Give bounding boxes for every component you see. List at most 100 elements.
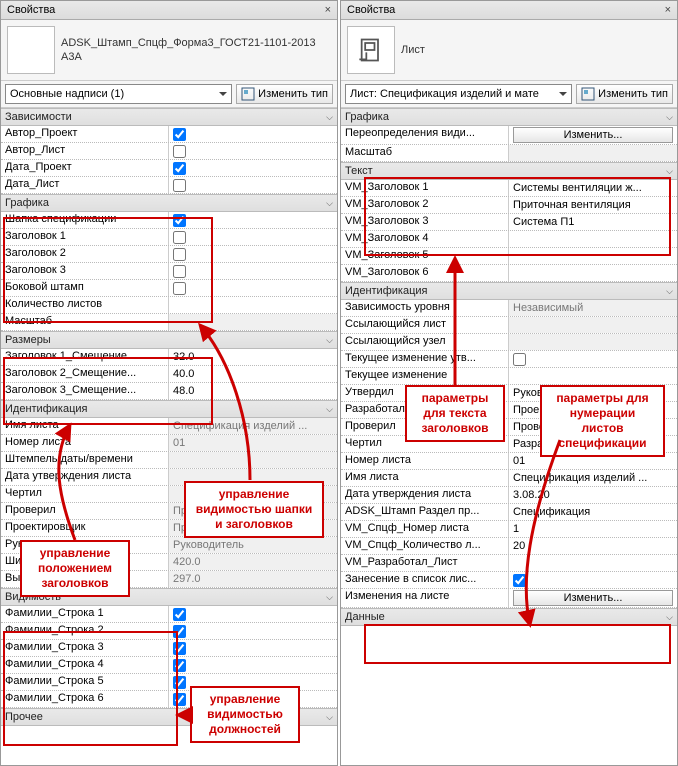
param-value[interactable]: Проверил	[509, 419, 677, 435]
checkbox[interactable]	[173, 625, 186, 638]
section-data[interactable]: Данные⌵	[341, 608, 677, 626]
checkbox[interactable]	[173, 145, 186, 158]
checkbox[interactable]	[173, 608, 186, 621]
param-value[interactable]	[169, 606, 337, 622]
edit-type-button[interactable]: Изменить тип	[576, 84, 673, 104]
checkbox[interactable]	[173, 676, 186, 689]
param-value	[169, 314, 337, 330]
checkbox[interactable]	[173, 693, 186, 706]
section-other[interactable]: Прочее⌵	[1, 708, 337, 726]
param-value[interactable]: 40.0	[169, 366, 337, 382]
section-graphics[interactable]: Графика⌵	[1, 194, 337, 212]
section-ident[interactable]: Идентификация⌵	[341, 282, 677, 300]
param-value[interactable]	[169, 691, 337, 707]
param-value[interactable]: Проектировщик	[509, 402, 677, 418]
sheet-icon	[347, 26, 395, 74]
param-value[interactable]	[509, 351, 677, 367]
checkbox[interactable]	[173, 248, 186, 261]
param-value[interactable]: Изменить...	[509, 126, 677, 144]
checkbox[interactable]	[173, 128, 186, 141]
param-value[interactable]	[169, 212, 337, 228]
param-value[interactable]	[169, 674, 337, 690]
param-value[interactable]: 1	[509, 521, 677, 537]
param-label: Чертил	[341, 436, 509, 452]
param-value[interactable]: 20	[509, 538, 677, 554]
param-value	[509, 145, 677, 161]
param-value[interactable]	[509, 248, 677, 264]
param-value[interactable]	[169, 263, 337, 279]
instance-selector[interactable]: Лист: Спецификация изделий и мате	[345, 84, 572, 104]
param-value[interactable]: 48.0	[169, 383, 337, 399]
param-value[interactable]: 3.08.20	[509, 487, 677, 503]
param-value[interactable]: Спецификация изделий ...	[509, 470, 677, 486]
param-label: Масштаб	[1, 314, 169, 330]
section-text[interactable]: Текст⌵	[341, 162, 677, 180]
param-value[interactable]	[169, 246, 337, 262]
chevron-icon: ⌵	[666, 112, 673, 123]
param-value[interactable]	[169, 126, 337, 142]
checkbox[interactable]	[173, 179, 186, 192]
properties-panel-left: Свойства × ADSK_Штамп_Спцф_Форма3_ГОСТ21…	[0, 0, 338, 766]
section-sizes[interactable]: Размеры⌵	[1, 331, 337, 349]
edit-button[interactable]: Изменить...	[513, 590, 673, 606]
param-label: Заголовок 3_Смещение...	[1, 383, 169, 399]
param-value[interactable]: Спецификация	[509, 504, 677, 520]
param-value[interactable]	[509, 572, 677, 588]
param-value[interactable]	[169, 623, 337, 639]
param-value[interactable]	[169, 657, 337, 673]
param-label: ADSK_Штамп Раздел пр...	[341, 504, 509, 520]
param-value[interactable]: Системы вентиляции ж...	[509, 180, 677, 196]
param-value[interactable]: Разработал	[509, 436, 677, 452]
param-label: VM_Заголовок 3	[341, 214, 509, 230]
param-value[interactable]	[169, 640, 337, 656]
checkbox[interactable]	[173, 659, 186, 672]
checkbox[interactable]	[173, 265, 186, 278]
section-vis[interactable]: Видимость⌵	[1, 588, 337, 606]
param-value: Руководитель	[169, 537, 337, 553]
param-value[interactable]	[169, 143, 337, 159]
param-value[interactable]	[169, 160, 337, 176]
param-value[interactable]	[169, 280, 337, 296]
param-value[interactable]	[169, 229, 337, 245]
instance-selector[interactable]: Основные надписи (1)	[5, 84, 232, 104]
param-value: Проверил	[169, 503, 337, 519]
param-value[interactable]: Изменить...	[509, 589, 677, 607]
param-value[interactable]: Система П1	[509, 214, 677, 230]
checkbox[interactable]	[173, 642, 186, 655]
param-value[interactable]: 32.0	[169, 349, 337, 365]
param-value[interactable]: 01	[509, 453, 677, 469]
checkbox[interactable]	[173, 282, 186, 295]
param-value: 420.0	[169, 554, 337, 570]
param-value[interactable]	[169, 177, 337, 193]
checkbox[interactable]	[173, 214, 186, 227]
param-value[interactable]: Руководитель	[509, 385, 677, 401]
edit-type-button[interactable]: Изменить тип	[236, 84, 333, 104]
param-label: Занесение в список лис...	[341, 572, 509, 588]
chevron-icon: ⌵	[326, 335, 333, 346]
param-value[interactable]	[509, 555, 677, 571]
checkbox[interactable]	[173, 162, 186, 175]
param-label: Масштаб	[341, 145, 509, 161]
param-value	[509, 317, 677, 333]
param-value[interactable]: Приточная вентиляция	[509, 197, 677, 213]
chevron-icon: ⌵	[326, 592, 333, 603]
edit-type-icon	[581, 87, 595, 101]
param-label: Номер листа	[341, 453, 509, 469]
param-value[interactable]	[509, 368, 677, 384]
section-deps[interactable]: Зависимости⌵	[1, 108, 337, 126]
checkbox[interactable]	[173, 231, 186, 244]
section-ident[interactable]: Идентификация⌵	[1, 400, 337, 418]
edit-button[interactable]: Изменить...	[513, 127, 673, 143]
checkbox[interactable]	[513, 353, 526, 366]
chevron-icon: ⌵	[326, 112, 333, 123]
section-graphics[interactable]: Графика⌵	[341, 108, 677, 126]
param-value[interactable]	[509, 265, 677, 281]
close-icon[interactable]: ×	[325, 4, 331, 16]
checkbox[interactable]	[513, 574, 526, 587]
param-value[interactable]	[509, 231, 677, 247]
param-label: Дата утверждения листа	[1, 469, 169, 485]
close-icon[interactable]: ×	[665, 4, 671, 16]
chevron-icon: ⌵	[326, 404, 333, 415]
param-value[interactable]	[169, 297, 337, 313]
type-name: Лист	[401, 43, 671, 57]
